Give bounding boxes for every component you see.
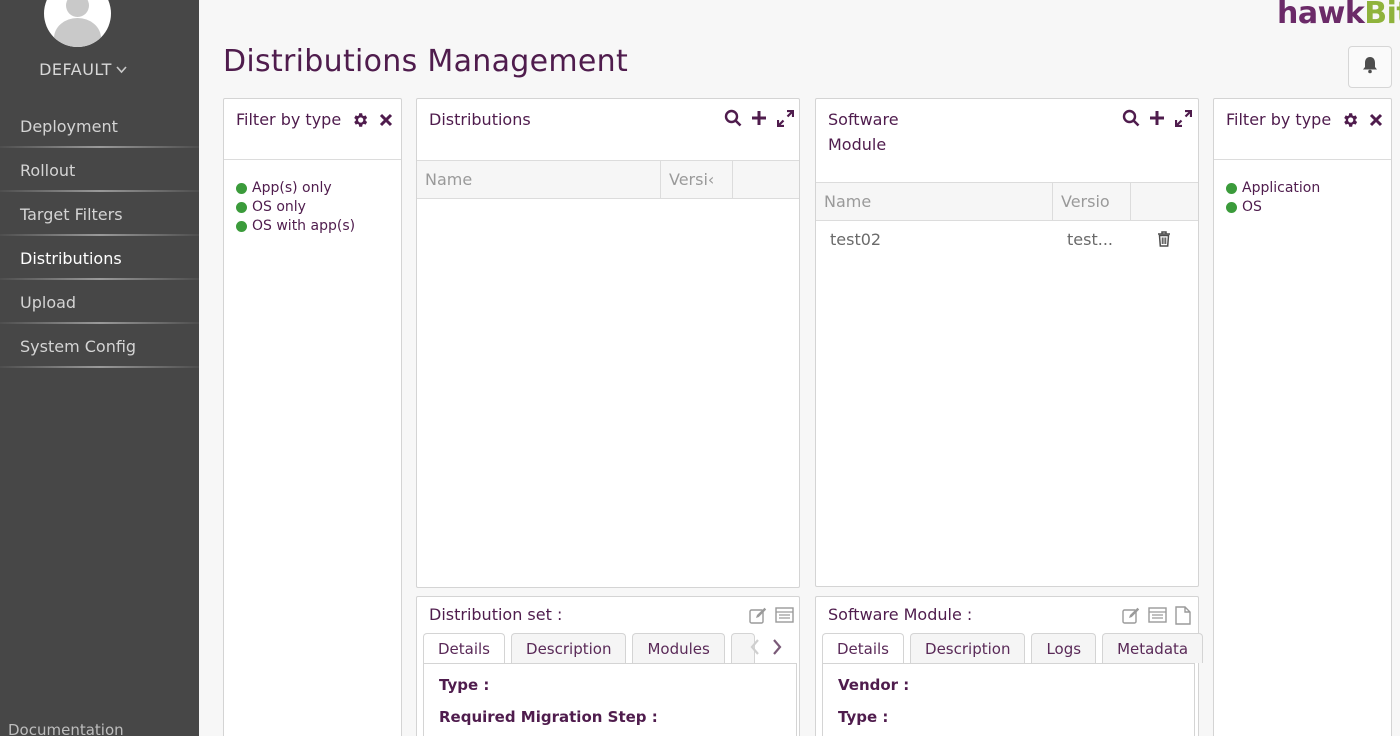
filter-item-label: App(s) only — [252, 180, 332, 196]
tab-content: Vendor : Type : — [822, 663, 1195, 736]
sidebar-item-label: System Config — [20, 336, 137, 356]
sidebar-item-label: Rollout — [20, 160, 76, 180]
tab-logs[interactable]: Logs — [1031, 633, 1097, 663]
user-avatar[interactable] — [44, 0, 111, 47]
close-icon[interactable] — [1366, 110, 1386, 130]
expand-icon[interactable] — [1173, 108, 1193, 128]
type-color-dot — [1226, 201, 1237, 213]
hawkbit-logo: hawkBit — [1277, 0, 1400, 31]
sidebar-item-upload[interactable]: Upload — [0, 280, 199, 324]
tab-scroll-arrows — [750, 639, 782, 660]
filter-item-label: Application — [1242, 180, 1321, 196]
chevron-right-icon[interactable] — [772, 639, 782, 660]
distributions-table-header: Name Versi‹ — [417, 160, 799, 199]
details-tabs: Details Description Modules — [423, 633, 755, 664]
tab-details[interactable]: Details — [423, 633, 506, 664]
sidebar-item-system-config[interactable]: System Config — [0, 324, 199, 368]
sidebar-item-label: Target Filters — [20, 204, 123, 224]
tab-description[interactable]: Description — [511, 633, 627, 663]
tab-modules[interactable]: Modules — [632, 633, 725, 663]
edit-icon[interactable] — [1121, 605, 1141, 625]
sidebar-item-rollout[interactable]: Rollout — [0, 148, 199, 192]
documentation-link[interactable]: Documentation — [8, 721, 124, 736]
sidebar-item-target-filters[interactable]: Target Filters — [0, 192, 199, 236]
tab-description[interactable]: Description — [910, 633, 1026, 663]
type-color-dot — [236, 220, 247, 232]
add-icon[interactable] — [1147, 108, 1167, 128]
add-icon[interactable] — [749, 108, 769, 128]
filter-by-type-panel-left: Filter by type App(s) only OS only OS wi… — [223, 98, 402, 736]
sidebar-item-label: Deployment — [20, 116, 118, 136]
filter-item-label: OS with app(s) — [252, 218, 356, 234]
field-required-migration-step-label: Required Migration Step : — [439, 708, 658, 726]
filter-by-type-panel-right: Filter by type Application OS — [1213, 98, 1392, 736]
page-title: Distributions Management — [223, 44, 629, 79]
tab-metadata[interactable]: Metadata — [1102, 633, 1204, 663]
tab-content: Type : Required Migration Step : — [423, 663, 797, 736]
panel-title: Distribution set : — [429, 605, 563, 624]
sidebar-item-deployment[interactable]: Deployment — [0, 104, 199, 148]
trash-icon[interactable] — [1157, 231, 1171, 251]
tab-details[interactable]: Details — [822, 633, 905, 664]
chevron-left-icon[interactable] — [750, 639, 760, 660]
panel-title: Filter by type — [1226, 110, 1332, 129]
column-header-name[interactable]: Name — [417, 161, 661, 198]
column-header-name[interactable]: Name — [816, 183, 1053, 220]
column-header-version[interactable]: Versi‹ — [661, 161, 733, 198]
tenant-label: DEFAULT — [39, 60, 112, 79]
type-filter-list: App(s) only OS only OS with app(s) — [236, 169, 355, 245]
field-type-label: Type : — [838, 708, 889, 726]
filter-item-label: OS — [1242, 199, 1262, 215]
filter-item-label: OS only — [252, 199, 306, 215]
row-version: test... — [1067, 229, 1113, 249]
search-icon[interactable] — [1121, 108, 1141, 128]
type-color-dot — [236, 182, 247, 194]
metadata-list-icon[interactable] — [1147, 605, 1167, 625]
panel-title: Distributions — [429, 110, 531, 129]
column-header-actions — [1131, 183, 1198, 220]
file-icon[interactable] — [1173, 605, 1193, 625]
software-module-details-panel: Software Module : Details Description Lo… — [815, 596, 1204, 736]
panel-title: Software Module — [828, 110, 899, 154]
type-filter-list: Application OS — [1226, 169, 1320, 226]
metadata-list-icon[interactable] — [774, 605, 794, 625]
gear-icon[interactable] — [1340, 110, 1360, 130]
field-type-label: Type : — [439, 676, 490, 694]
table-row[interactable]: test02 test... — [816, 220, 1198, 258]
software-module-table-header: Name Versio — [816, 182, 1198, 221]
sidebar-item-label: Upload — [20, 292, 77, 312]
details-tabs: Details Description Logs Metadata — [822, 633, 1204, 664]
type-color-dot — [236, 201, 247, 213]
column-header-version[interactable]: Versio — [1053, 183, 1131, 220]
expand-icon[interactable] — [775, 108, 795, 128]
chevron-down-icon — [116, 64, 127, 77]
field-vendor-label: Vendor : — [838, 676, 910, 694]
type-color-dot — [1226, 182, 1237, 194]
software-module-panel: Software Module Name Versio test02 test.… — [815, 98, 1199, 587]
sidebar-item-label: Distributions — [20, 248, 122, 268]
bell-icon — [1362, 56, 1378, 78]
edit-icon[interactable] — [748, 605, 768, 625]
tenant-dropdown[interactable]: DEFAULT — [0, 60, 166, 79]
distribution-set-details-panel: Distribution set : Details Description M… — [416, 596, 800, 736]
distributions-panel: Distributions Name Versi‹ — [416, 98, 800, 588]
sidebar-menu: Deployment Rollout Target Filters Distri… — [0, 104, 199, 368]
panel-title: Filter by type — [236, 110, 342, 129]
row-name: test02 — [830, 229, 882, 249]
column-header-actions — [733, 161, 799, 198]
gear-icon[interactable] — [350, 110, 370, 130]
panel-title: Software Module : — [828, 605, 973, 624]
search-icon[interactable] — [723, 108, 743, 128]
close-icon[interactable] — [376, 110, 396, 130]
sidebar: DEFAULT Deployment Rollout Target Filter… — [0, 0, 199, 736]
sidebar-item-distributions[interactable]: Distributions — [0, 236, 199, 280]
notification-button[interactable] — [1348, 46, 1392, 88]
